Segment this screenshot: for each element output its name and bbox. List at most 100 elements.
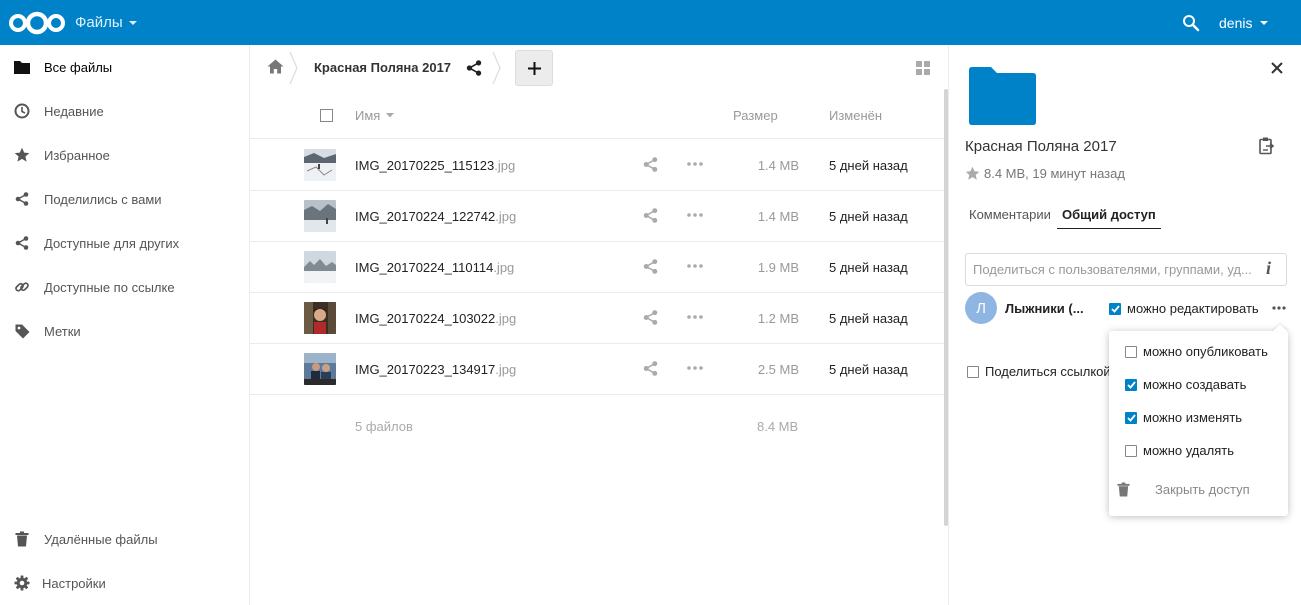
checkbox-unchecked bbox=[1125, 345, 1137, 358]
select-all-checkbox[interactable] bbox=[320, 109, 333, 122]
share-icon[interactable] bbox=[643, 208, 658, 223]
file-name[interactable]: IMG_20170224_122742.jpg bbox=[355, 209, 516, 224]
checkbox-checked bbox=[1109, 302, 1121, 315]
sidebar-item-all-files[interactable]: Все файлы bbox=[0, 45, 249, 89]
file-row[interactable]: IMG_20170225_115123.jpg 1.4 MB 5 дней на… bbox=[250, 140, 944, 191]
column-name-label: Имя bbox=[355, 108, 381, 123]
gear-icon bbox=[14, 575, 30, 591]
file-basename: IMG_20170225_115123 bbox=[355, 158, 495, 173]
permission-label: можно создавать bbox=[1143, 377, 1247, 392]
grid-view-icon[interactable] bbox=[916, 61, 930, 75]
share-link-checkbox[interactable]: Поделиться ссылкой bbox=[967, 364, 1111, 379]
home-icon[interactable] bbox=[267, 59, 284, 74]
column-header-name[interactable]: Имя bbox=[355, 108, 395, 123]
file-row[interactable]: IMG_20170223_134917.jpg 2.5 MB 5 дней на… bbox=[250, 344, 944, 395]
file-modified: 5 дней назад bbox=[829, 311, 908, 326]
unshare-label: Закрыть доступ bbox=[1155, 482, 1250, 497]
permission-can-create[interactable]: можно создавать bbox=[1125, 377, 1246, 392]
share-link-label: Поделиться ссылкой bbox=[985, 364, 1111, 379]
sidebar-item-shared-with-others[interactable]: Доступные для других bbox=[0, 221, 249, 265]
column-header-size[interactable]: Размер bbox=[733, 108, 778, 123]
checkbox-unchecked bbox=[1125, 444, 1137, 457]
sidebar-item-recent[interactable]: Недавние bbox=[0, 89, 249, 133]
popover-arrow bbox=[1272, 324, 1288, 332]
details-title: Красная Поляна 2017 bbox=[965, 138, 1117, 155]
sidebar-item-tags[interactable]: Метки bbox=[0, 309, 249, 353]
column-header-modified[interactable]: Изменён bbox=[829, 108, 882, 123]
sidebar-item-favorites[interactable]: Избранное bbox=[0, 133, 249, 177]
file-row[interactable]: IMG_20170224_103022.jpg 1.2 MB 5 дней на… bbox=[250, 293, 944, 344]
file-name[interactable]: IMG_20170224_103022.jpg bbox=[355, 311, 516, 326]
share-icon[interactable] bbox=[643, 259, 658, 274]
share-search-input[interactable] bbox=[965, 253, 1287, 286]
sidebar-item-label: Удалённые файлы bbox=[44, 531, 158, 547]
share-icon[interactable] bbox=[466, 60, 482, 76]
file-size: 1.9 MB bbox=[757, 260, 799, 275]
share-icon[interactable] bbox=[643, 361, 658, 376]
nextcloud-logo[interactable] bbox=[8, 11, 66, 35]
sidebar-item-label: Доступные для других bbox=[44, 235, 180, 251]
tab-sharing[interactable]: Общий доступ bbox=[1057, 200, 1161, 229]
sidebar-item-label: Все файлы bbox=[44, 59, 113, 75]
permission-can-change[interactable]: можно изменять bbox=[1125, 410, 1242, 425]
can-edit-checkbox[interactable]: можно редактировать bbox=[1109, 301, 1259, 316]
close-icon[interactable] bbox=[1271, 62, 1283, 74]
file-row[interactable]: IMG_20170224_110114.jpg 1.9 MB 5 дней на… bbox=[250, 242, 944, 293]
file-extension: .jpg bbox=[493, 260, 515, 275]
file-size: 1.4 MB bbox=[757, 158, 799, 173]
summary-total-size: 8.4 MB bbox=[757, 419, 799, 434]
star-icon[interactable] bbox=[965, 166, 980, 181]
sidebar-item-settings[interactable]: Настройки bbox=[0, 561, 249, 605]
link-icon bbox=[14, 279, 30, 295]
search-icon[interactable] bbox=[1182, 14, 1200, 32]
sidebar-item-label: Недавние bbox=[44, 103, 104, 119]
more-actions-icon[interactable] bbox=[687, 315, 703, 319]
clipboard-icon[interactable] bbox=[1259, 137, 1275, 155]
folder-icon bbox=[14, 59, 30, 75]
info-icon[interactable]: i bbox=[1266, 258, 1271, 279]
checkbox-checked bbox=[1125, 378, 1137, 391]
sidebar-item-label: Поделились с вами bbox=[44, 191, 162, 207]
app-menu[interactable]: Файлы bbox=[75, 14, 138, 31]
permission-can-delete[interactable]: можно удалять bbox=[1125, 443, 1234, 458]
breadcrumb-current-folder[interactable]: Красная Поляна 2017 bbox=[314, 60, 451, 75]
clock-icon bbox=[14, 103, 30, 119]
more-actions-icon[interactable] bbox=[687, 162, 703, 166]
file-size: 1.2 MB bbox=[757, 311, 799, 326]
more-actions-icon[interactable] bbox=[687, 366, 703, 370]
caret-down-icon bbox=[1260, 21, 1269, 25]
folder-icon bbox=[969, 67, 1036, 125]
sidebar-item-deleted-files[interactable]: Удалённые файлы bbox=[0, 517, 249, 561]
share-icon[interactable] bbox=[643, 310, 658, 325]
sidebar-item-shared-with-you[interactable]: Поделились с вами bbox=[0, 177, 249, 221]
caret-down-icon bbox=[128, 20, 137, 25]
share-icon bbox=[14, 191, 30, 207]
sidebar-item-shared-by-link[interactable]: Доступные по ссылке bbox=[0, 265, 249, 309]
unshare-button[interactable]: Закрыть доступ bbox=[1117, 482, 1250, 497]
file-name[interactable]: IMG_20170223_134917.jpg bbox=[355, 362, 516, 377]
file-extension: .jpg bbox=[495, 311, 517, 326]
sort-caret-icon bbox=[386, 113, 395, 118]
avatar: Л bbox=[965, 292, 997, 324]
details-meta: 8.4 MB, 19 минут назад bbox=[965, 166, 1125, 181]
tab-comments[interactable]: Комментарии bbox=[969, 207, 1051, 222]
file-modified: 5 дней назад bbox=[829, 209, 908, 224]
new-file-button[interactable] bbox=[515, 50, 553, 86]
share-icon bbox=[14, 235, 30, 251]
more-actions-icon[interactable] bbox=[1272, 306, 1286, 310]
file-name[interactable]: IMG_20170224_110114.jpg bbox=[355, 260, 514, 275]
sidebar-item-label: Настройки bbox=[42, 575, 106, 591]
file-row[interactable]: IMG_20170224_122742.jpg 1.4 MB 5 дней на… bbox=[250, 191, 944, 242]
share-recipient-name: Лыжники (... bbox=[1005, 301, 1084, 316]
more-actions-icon[interactable] bbox=[687, 213, 703, 217]
user-menu[interactable]: denis bbox=[1219, 15, 1269, 31]
file-name[interactable]: IMG_20170225_115123.jpg bbox=[355, 158, 515, 173]
permission-can-publish[interactable]: можно опубликовать bbox=[1125, 344, 1268, 359]
user-name: denis bbox=[1219, 15, 1253, 31]
more-actions-icon[interactable] bbox=[687, 264, 703, 268]
permission-label: можно удалять bbox=[1143, 443, 1234, 458]
file-modified: 5 дней назад bbox=[829, 362, 908, 377]
share-icon[interactable] bbox=[643, 157, 658, 172]
image-thumbnail bbox=[304, 251, 336, 283]
file-modified: 5 дней назад bbox=[829, 158, 908, 173]
